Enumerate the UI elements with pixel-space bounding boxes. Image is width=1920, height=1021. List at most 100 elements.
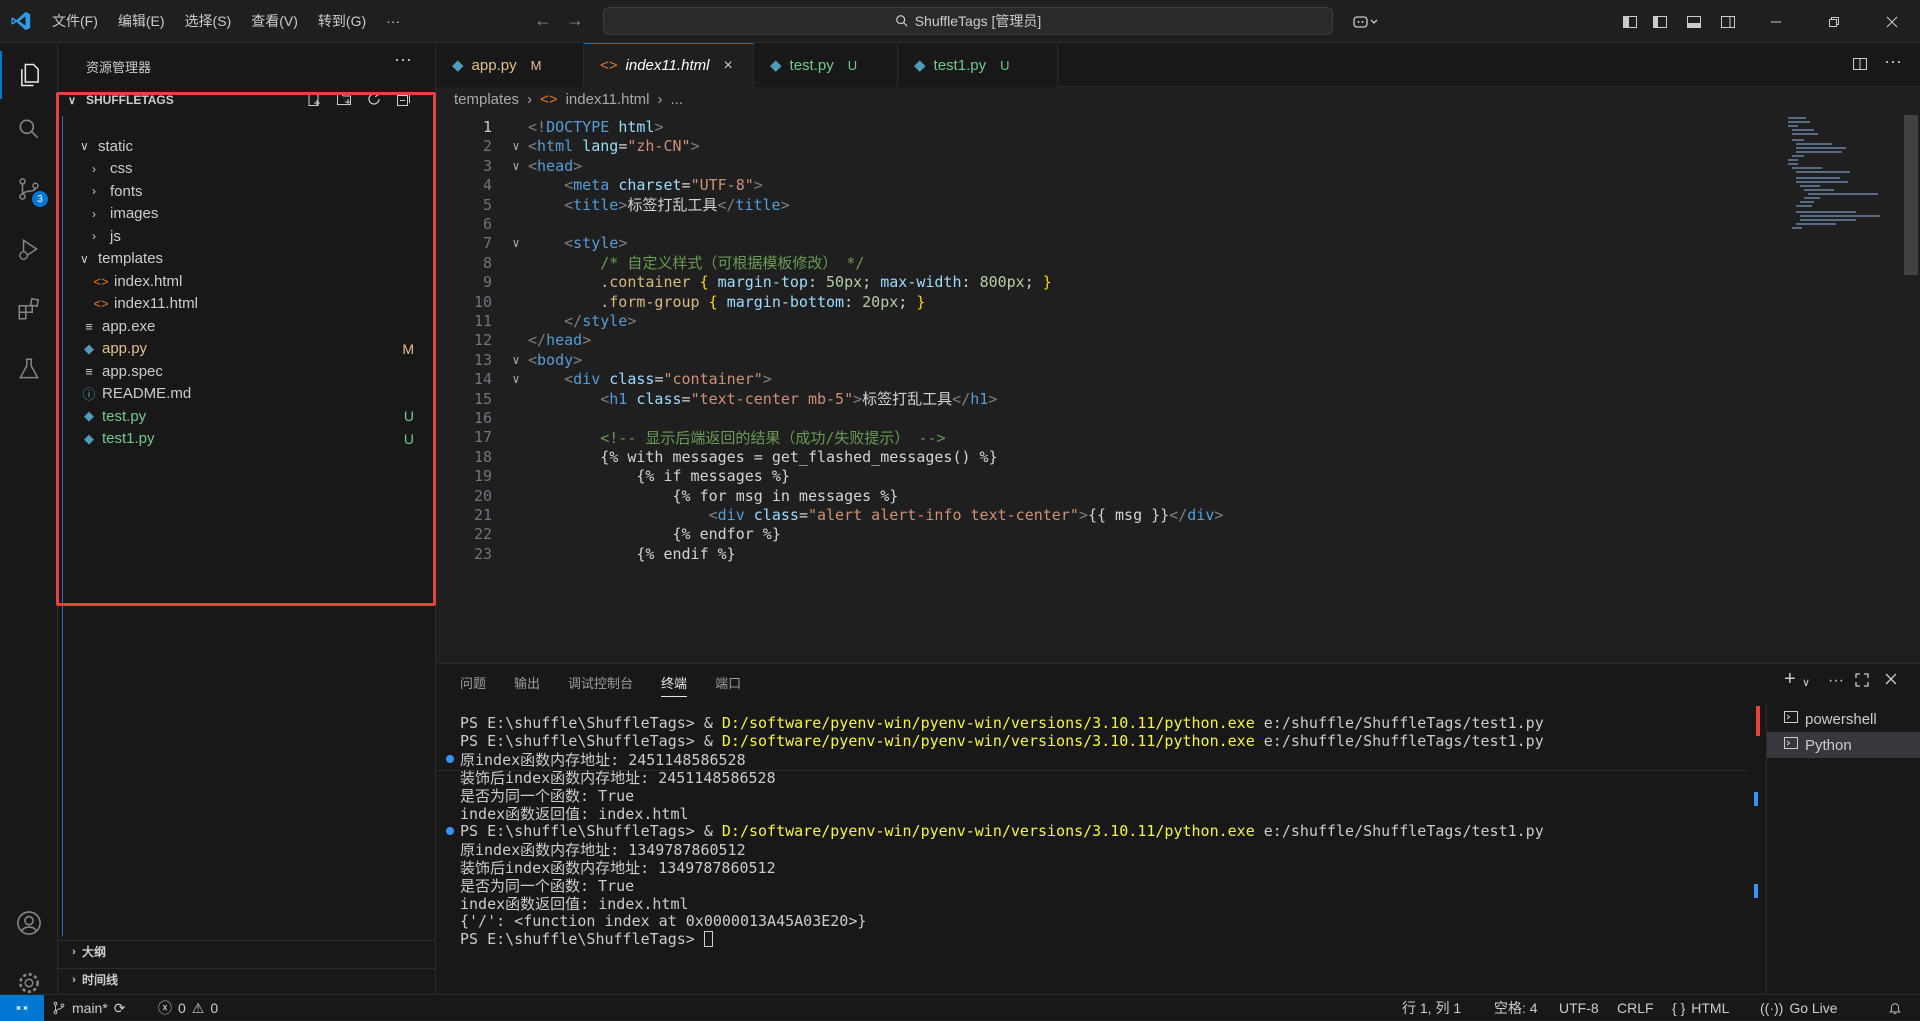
- panel-more-icon[interactable]: ···: [1828, 672, 1844, 690]
- restore-icon[interactable]: [1816, 0, 1852, 43]
- minimize-icon[interactable]: [1758, 0, 1794, 43]
- line-number: 13: [473, 350, 492, 369]
- panel-tab[interactable]: 输出: [514, 673, 540, 692]
- testing-flask-icon[interactable]: [0, 345, 58, 393]
- close-window-icon[interactable]: [1874, 0, 1910, 43]
- maximize-panel-icon[interactable]: [1854, 672, 1870, 693]
- python-file-icon: ◆: [452, 57, 464, 74]
- code-token: class: [636, 389, 682, 408]
- code-editor[interactable]: 1 <! DOCTYPE html >2 ∨ < html lang = "zh-CN" >3 ∨ <…: [436, 115, 1920, 663]
- editor-area: ◆ app.py M <> index11.html × ◆ test.py U ◆ test1.p…: [436, 43, 1920, 663]
- problems-status[interactable]: ⓧ 0 ⚠ 0: [158, 995, 218, 1021]
- code-token: >: [618, 234, 628, 253]
- code-token: 20px: [862, 292, 899, 311]
- code-token: <: [528, 350, 538, 369]
- more-menu-icon[interactable]: ···: [376, 0, 410, 43]
- encoding-status[interactable]: UTF-8: [1559, 995, 1599, 1021]
- warning-icon: ⚠: [191, 999, 205, 1016]
- more-actions-icon[interactable]: ···: [394, 49, 412, 70]
- remote-indicator-icon[interactable]: [0, 994, 44, 1021]
- html-file-icon: <>: [540, 91, 558, 108]
- editor-scrollbar[interactable]: [1904, 115, 1918, 275]
- editor-more-icon[interactable]: ···: [1884, 51, 1902, 72]
- code-token: .form-group: [600, 292, 700, 311]
- go-live-button[interactable]: ((·)) Go Live: [1760, 995, 1838, 1021]
- code-token: {% for msg in messages %}: [672, 486, 899, 505]
- fold-chevron-icon[interactable]: ∨: [504, 139, 528, 153]
- language-status[interactable]: { } HTML: [1672, 995, 1729, 1021]
- code-token: div: [1187, 506, 1215, 524]
- copilot-icon[interactable]: [1348, 0, 1384, 43]
- terminal-icon: [1783, 735, 1799, 755]
- line-number: 12: [473, 331, 492, 350]
- breadcrumb-item[interactable]: ...: [671, 91, 684, 108]
- split-editor-icon[interactable]: [1852, 56, 1868, 75]
- line-number: 20: [473, 486, 492, 505]
- eol-status[interactable]: CRLF: [1617, 995, 1654, 1021]
- search-icon[interactable]: [0, 105, 58, 153]
- code-token: class: [753, 506, 799, 524]
- tab-test-py[interactable]: ◆ test.py U: [754, 43, 898, 87]
- minimap[interactable]: [1788, 115, 1898, 265]
- code-token: </: [1169, 506, 1188, 524]
- breadcrumb-separator-icon: ›: [657, 91, 663, 108]
- line-number: 2: [482, 137, 492, 156]
- notifications-bell-icon[interactable]: [1888, 995, 1902, 1021]
- fold-chevron-icon[interactable]: ∨: [504, 353, 528, 367]
- indentation-status[interactable]: 空格: 4: [1494, 995, 1538, 1021]
- toggle-secondary-sidebar-icon[interactable]: [1710, 0, 1746, 43]
- forward-arrow-icon[interactable]: →: [566, 10, 584, 31]
- breadcrumb-folder[interactable]: templates: [454, 91, 519, 108]
- new-terminal-icon[interactable]: +: [1784, 668, 1796, 691]
- fold-chevron-icon[interactable]: ∨: [504, 236, 528, 250]
- close-tab-icon[interactable]: ×: [723, 57, 732, 75]
- terminal-output[interactable]: PS E:\shuffle\ShuffleTags> & D:/software…: [436, 704, 1748, 994]
- menu-item[interactable]: 编辑(E): [108, 0, 175, 43]
- breadcrumb: templates › <> index11.html ›...: [454, 91, 683, 108]
- sync-icon[interactable]: ⟳: [114, 1000, 126, 1017]
- branch-status[interactable]: main* ⟳: [52, 995, 126, 1021]
- tab-index11-html[interactable]: <> index11.html ×: [584, 43, 754, 87]
- code-token: "text-center mb-5": [690, 389, 854, 408]
- menu-item[interactable]: 转到(G): [308, 0, 376, 43]
- accounts-icon[interactable]: [0, 899, 58, 947]
- terminal-instance-python[interactable]: Python: [1767, 732, 1920, 758]
- extensions-icon[interactable]: [0, 285, 58, 333]
- fold-chevron-icon[interactable]: ∨: [504, 159, 528, 173]
- outline-section[interactable]: › 大纲: [58, 940, 436, 962]
- panel-tab[interactable]: 调试控制台: [568, 673, 633, 692]
- menu-item[interactable]: 文件(F): [42, 0, 108, 43]
- code-token: >: [762, 370, 772, 389]
- toggle-sidebar-icon[interactable]: [1642, 0, 1678, 43]
- python-file-icon: ◆: [770, 57, 782, 74]
- tab-test1-py[interactable]: ◆ test1.py U: [898, 43, 1058, 87]
- fold-chevron-icon[interactable]: ∨: [504, 372, 528, 386]
- terminal-scroll-marker: [1754, 884, 1758, 898]
- chevron-down-icon[interactable]: ∨: [1802, 676, 1810, 689]
- menu-item[interactable]: 查看(V): [241, 0, 308, 43]
- command-center-search[interactable]: ShuffleTags [管理员]: [603, 7, 1333, 35]
- panel-tab[interactable]: 端口: [715, 673, 741, 692]
- toggle-panel-icon[interactable]: [1676, 0, 1712, 43]
- line-number: 18: [473, 447, 492, 466]
- back-arrow-icon[interactable]: ←: [534, 10, 552, 31]
- explorer-icon[interactable]: [0, 51, 58, 99]
- code-token: DOCTYPE: [546, 118, 610, 136]
- line-number: 14: [473, 370, 492, 389]
- menu-item[interactable]: 选择(S): [175, 0, 242, 43]
- line-number: 16: [473, 409, 492, 427]
- close-panel-icon[interactable]: [1884, 672, 1898, 691]
- tab-app-py[interactable]: ◆ app.py M: [436, 43, 584, 87]
- code-token: meta: [573, 176, 610, 195]
- source-control-icon[interactable]: 3: [0, 165, 58, 213]
- cursor-position[interactable]: 行 1, 列 1: [1402, 995, 1461, 1021]
- breadcrumb-item[interactable]: index11.html: [566, 91, 650, 108]
- panel-tab[interactable]: 终端: [661, 668, 688, 697]
- panel-tab[interactable]: 问题: [460, 673, 486, 692]
- terminal-instance-powershell[interactable]: powershell: [1767, 706, 1920, 732]
- timeline-section[interactable]: › 时间线: [58, 968, 436, 990]
- run-debug-icon[interactable]: [0, 225, 58, 273]
